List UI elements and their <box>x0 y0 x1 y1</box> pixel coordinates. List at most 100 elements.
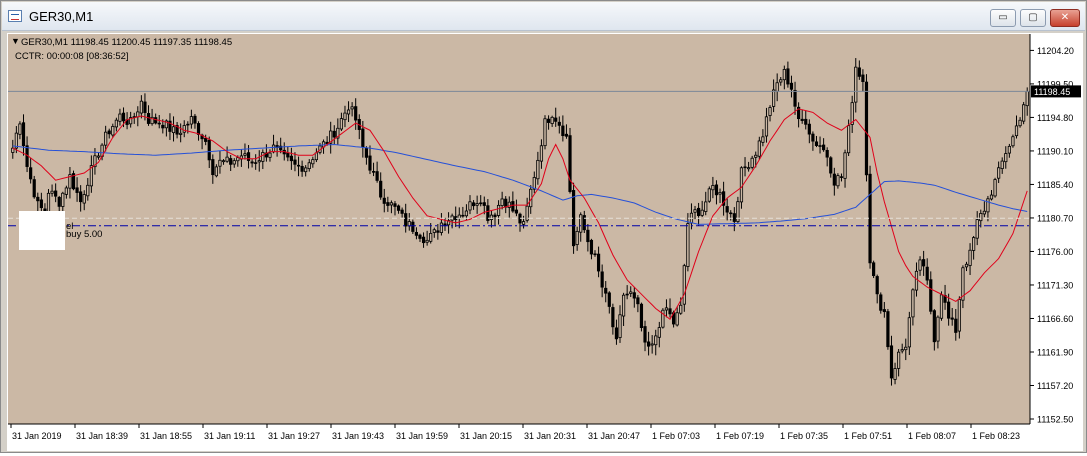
candle-body <box>425 239 429 243</box>
time-tick-label: 1 Feb 08:23 <box>972 431 1020 441</box>
candle-body <box>314 152 319 161</box>
candle-body <box>747 167 751 170</box>
price-tick-label: 11204.20 <box>1037 46 1074 56</box>
candle-body <box>414 231 419 236</box>
candle-body <box>346 109 351 115</box>
title-bar[interactable]: GER30,M1 ▭ ▢ ✕ <box>2 2 1085 31</box>
candle-body <box>843 152 847 179</box>
candle-body <box>96 155 101 158</box>
candle-body <box>872 262 876 276</box>
candle-body <box>836 175 840 187</box>
candle-body <box>361 128 365 148</box>
candle-body <box>375 171 379 181</box>
price-tick-label: 11157.20 <box>1037 381 1073 391</box>
candle-body <box>421 236 426 244</box>
candle-body <box>139 100 143 114</box>
candle-body <box>79 191 83 203</box>
time-tick-label: 31 Jan 2019 <box>12 431 62 441</box>
candle-body <box>786 68 790 85</box>
candle-body <box>514 209 519 214</box>
candle-body <box>400 209 404 214</box>
candle-body <box>754 154 758 158</box>
time-tick-label: 31 Jan 20:31 <box>524 431 576 441</box>
price-tick-label: 11166.60 <box>1037 314 1073 324</box>
minimize-button[interactable]: ▭ <box>990 9 1016 27</box>
candle-body <box>393 203 397 207</box>
candle-body <box>118 113 122 122</box>
ohlc-info-line: GER30,M1 11198.45 11200.45 11197.35 1119… <box>21 37 232 48</box>
candle-body <box>911 289 915 318</box>
candle-body <box>475 203 479 206</box>
candle-body <box>296 164 301 167</box>
time-tick-label: 1 Feb 07:51 <box>844 431 892 441</box>
candle-body <box>332 130 336 138</box>
candle-body <box>1011 136 1015 147</box>
candle-body <box>111 126 115 136</box>
price-tick-label: 11190.10 <box>1037 146 1073 156</box>
candle-body <box>143 101 147 113</box>
order-label-buy: buy 5.00 <box>66 229 102 240</box>
chart-area[interactable]: 11204.20 11199.50 11194.80 11190.10 11185.40… <box>7 33 1083 451</box>
candle-body <box>700 209 704 216</box>
time-tick-label: 31 Jan 19:43 <box>332 431 384 441</box>
candle-body <box>54 190 58 197</box>
candle-body <box>29 167 33 180</box>
close-button[interactable]: ✕ <box>1050 9 1080 27</box>
candle-body <box>761 136 765 143</box>
symbol-dropdown-icon[interactable]: ▼ <box>11 36 20 46</box>
candle-body <box>404 213 408 227</box>
candle-body <box>954 318 958 333</box>
price-chart[interactable]: 11204.2011199.5011194.8011190.1011185.40… <box>7 33 1083 451</box>
candle-body <box>36 196 40 202</box>
candle-body <box>536 159 540 180</box>
candle-body <box>261 152 265 162</box>
candle-body <box>964 263 969 268</box>
plot-background[interactable] <box>8 34 1030 424</box>
time-tick-label: 1 Feb 07:19 <box>716 431 764 441</box>
candle-body <box>936 316 940 342</box>
candle-body <box>136 111 140 118</box>
candle-body <box>997 167 1001 179</box>
candle-body <box>189 116 193 125</box>
window-title: GER30,M1 <box>29 9 94 24</box>
candle-body <box>929 279 933 312</box>
candle-body <box>939 294 944 319</box>
candle-body <box>354 106 358 121</box>
candle-body <box>271 144 276 153</box>
candle-body <box>589 239 594 255</box>
candle-body <box>293 159 297 165</box>
candle-body <box>904 346 908 351</box>
candle-body <box>586 229 590 243</box>
candle-body <box>104 131 108 146</box>
candle-body <box>339 118 344 130</box>
price-tick-label: 11194.80 <box>1037 113 1073 123</box>
price-tick-label: 11176.00 <box>1037 247 1073 257</box>
candle-body <box>646 341 651 347</box>
candle-body <box>539 145 544 162</box>
candle-body <box>371 171 376 173</box>
current-price-tag-label: 11198.45 <box>1034 87 1070 97</box>
candle-body <box>50 190 54 194</box>
candle-body <box>236 157 240 162</box>
candle-body <box>768 107 772 116</box>
candle-body <box>886 311 890 348</box>
candle-body <box>825 149 829 158</box>
candle-body <box>879 294 883 311</box>
candle-body <box>496 204 501 216</box>
candle-body <box>650 343 654 346</box>
chart-window: GER30,M1 ▭ ▢ ✕ 11204.20 11199.50 11194.80 1… <box>0 0 1087 453</box>
candle-body <box>857 67 861 77</box>
cctr-info-line: CCTR: 00:00:08 [08:36:52] <box>15 51 129 62</box>
candle-body <box>629 291 633 294</box>
candle-body <box>436 230 440 233</box>
candle-body <box>311 159 315 165</box>
candle-body <box>979 213 983 222</box>
maximize-button[interactable]: ▢ <box>1020 9 1046 27</box>
candle-body <box>304 167 308 173</box>
candle-body <box>493 214 497 218</box>
candle-body <box>632 292 636 299</box>
candle-body <box>250 161 254 164</box>
candle-body <box>814 141 819 146</box>
candle-body <box>854 66 858 103</box>
candle-body <box>246 152 251 161</box>
